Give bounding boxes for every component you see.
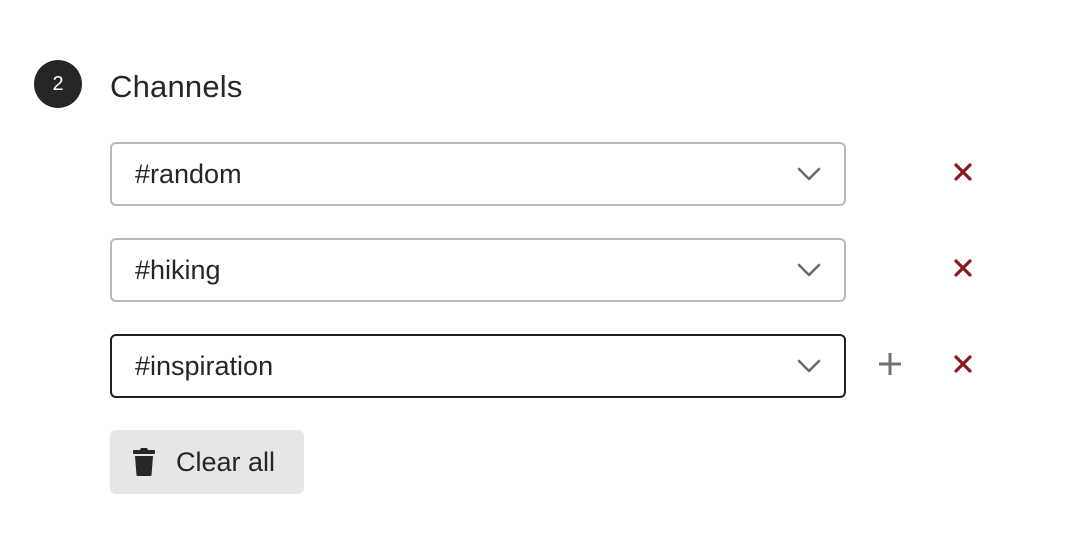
remove-channel-button[interactable] <box>947 348 979 380</box>
chevron-down-icon <box>796 161 822 187</box>
channel-row: #hiking <box>110 238 990 302</box>
channel-row: #inspiration <box>110 334 990 398</box>
channel-select[interactable]: #random <box>110 142 846 206</box>
remove-channel-button[interactable] <box>947 156 979 188</box>
channel-select-value: #hiking <box>135 254 221 285</box>
channel-row: #random <box>110 142 990 206</box>
channel-select-value: #inspiration <box>135 350 274 381</box>
section-title: Channels <box>110 69 243 104</box>
close-icon <box>954 259 972 277</box>
channel-select-value: #random <box>135 158 242 189</box>
add-channel-button[interactable] <box>874 348 906 380</box>
trash-icon <box>131 446 157 478</box>
chevron-down-icon <box>796 257 822 283</box>
remove-channel-button[interactable] <box>947 252 979 284</box>
step-number-badge: 2 <box>34 60 82 108</box>
chevron-down-icon <box>796 353 822 379</box>
close-icon <box>954 355 972 373</box>
clear-all-button[interactable]: Clear all <box>110 430 304 494</box>
channel-select[interactable]: #hiking <box>110 238 846 302</box>
close-icon <box>954 163 972 181</box>
clear-all-label: Clear all <box>176 446 276 477</box>
plus-icon <box>879 353 901 375</box>
channels-form: 2 Channels #random #hiking #inspiration <box>0 0 1086 556</box>
channel-select[interactable]: #inspiration <box>110 334 846 398</box>
